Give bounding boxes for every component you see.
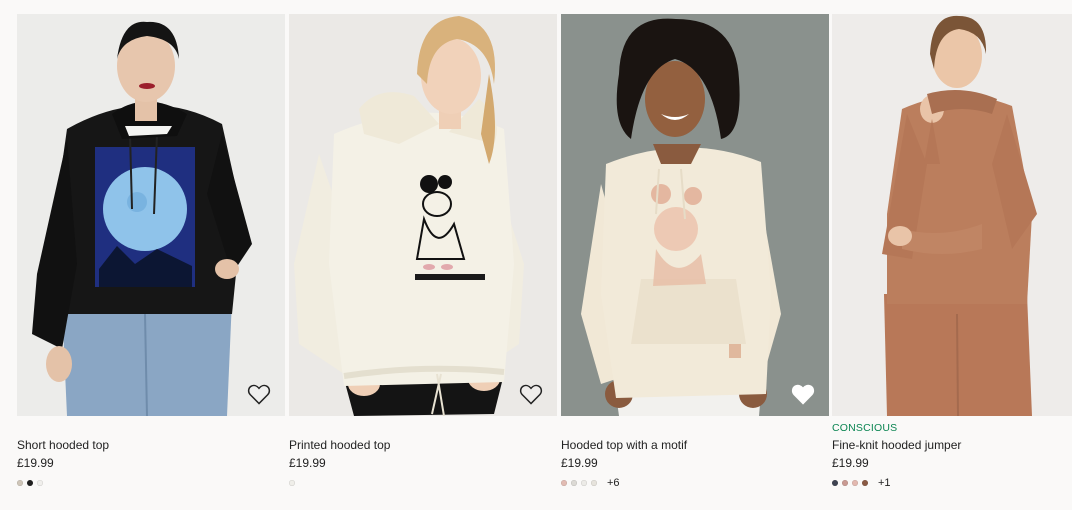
color-swatch[interactable]: [571, 480, 577, 486]
color-swatch[interactable]: [581, 480, 587, 486]
product-info: Short hooded top £19.99: [17, 416, 285, 488]
color-swatch[interactable]: [289, 480, 295, 486]
color-swatch[interactable]: [591, 480, 597, 486]
color-swatches: +6: [561, 477, 829, 489]
heart-outline-icon[interactable]: [247, 383, 271, 405]
product-card[interactable]: CONSCIOUS Fine-knit hooded jumper £19.99…: [832, 14, 1072, 489]
color-swatch[interactable]: [842, 480, 848, 486]
product-price: £19.99: [832, 456, 869, 470]
color-swatch[interactable]: [37, 480, 43, 486]
product-grid: Short hooded top £19.99 Printed hooded t…: [17, 14, 1072, 510]
heart-outline-icon[interactable]: [519, 383, 543, 405]
color-swatches: [289, 478, 557, 488]
color-swatch[interactable]: [561, 480, 567, 486]
heart-outline-icon[interactable]: [791, 383, 815, 405]
color-swatch[interactable]: [862, 480, 868, 486]
product-price: £19.99: [289, 456, 326, 470]
color-swatch[interactable]: [27, 480, 33, 486]
product-name[interactable]: Short hooded top: [17, 438, 285, 453]
product-name[interactable]: Hooded top with a motif: [561, 438, 829, 453]
product-name[interactable]: Fine-knit hooded jumper: [832, 438, 1072, 453]
more-colors-count: +6: [607, 477, 620, 489]
color-swatches: +1: [832, 477, 1072, 489]
product-price: £19.99: [561, 456, 598, 470]
product-image[interactable]: [832, 14, 1072, 416]
product-photo: [832, 14, 1072, 416]
product-card[interactable]: Short hooded top £19.99: [17, 14, 285, 488]
product-info: Printed hooded top £19.99: [289, 416, 557, 488]
product-card[interactable]: Printed hooded top £19.99: [289, 14, 557, 488]
more-colors-count: +1: [878, 477, 891, 489]
product-image[interactable]: [17, 14, 285, 416]
color-swatch[interactable]: [852, 480, 858, 486]
product-image[interactable]: [561, 14, 829, 416]
product-photo: [561, 14, 829, 416]
color-swatch[interactable]: [17, 480, 23, 486]
product-info: CONSCIOUS Fine-knit hooded jumper £19.99…: [832, 416, 1072, 489]
conscious-badge: CONSCIOUS: [832, 422, 898, 434]
product-photo: [289, 14, 557, 416]
product-info: Hooded top with a motif £19.99 +6: [561, 416, 829, 489]
product-price: £19.99: [17, 456, 54, 470]
color-swatch[interactable]: [832, 480, 838, 486]
product-card[interactable]: Hooded top with a motif £19.99 +6: [561, 14, 829, 489]
product-image[interactable]: [289, 14, 557, 416]
product-name[interactable]: Printed hooded top: [289, 438, 557, 453]
color-swatches: [17, 478, 285, 488]
product-photo: [17, 14, 285, 416]
